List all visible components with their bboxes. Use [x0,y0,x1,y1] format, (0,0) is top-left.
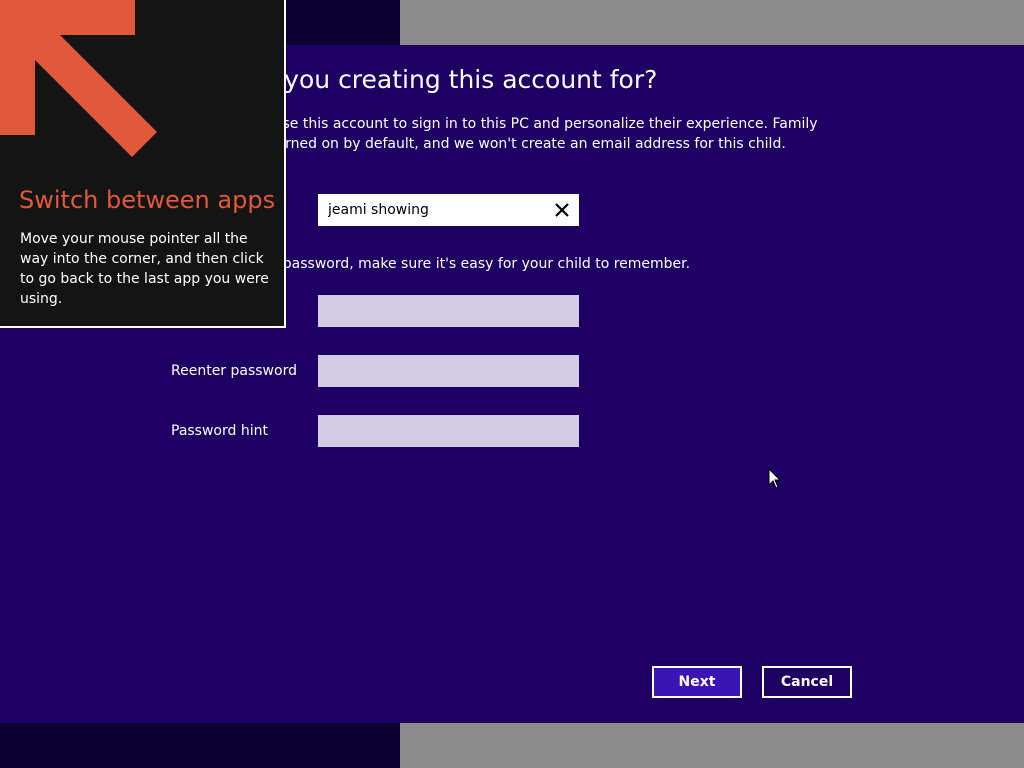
reenter-password-label: Reenter password [171,363,297,379]
password-hint-label: Password hint [171,423,268,439]
password-input[interactable] [318,295,579,327]
arrow-up-left-icon [0,0,157,157]
background-top-right [400,0,1024,45]
clear-text-button[interactable] [551,199,573,221]
close-icon [555,203,569,217]
reenter-password-input[interactable] [318,355,579,387]
next-button[interactable]: Next [652,666,742,698]
cancel-button[interactable]: Cancel [762,666,852,698]
password-hint-input[interactable] [318,415,579,447]
tip-title: Switch between apps [19,186,276,214]
username-field[interactable] [318,194,579,226]
tip-body: Move your mouse pointer all the way into… [20,231,269,307]
mouse-pointer-icon [768,468,782,489]
background-bottom-left [0,723,400,768]
username-input[interactable] [318,194,543,226]
screen: Who are you creating this account for? Y… [0,0,1024,768]
background-bottom-right [400,723,1024,768]
switch-apps-tip-panel: Switch between apps Move your mouse poin… [0,0,286,328]
